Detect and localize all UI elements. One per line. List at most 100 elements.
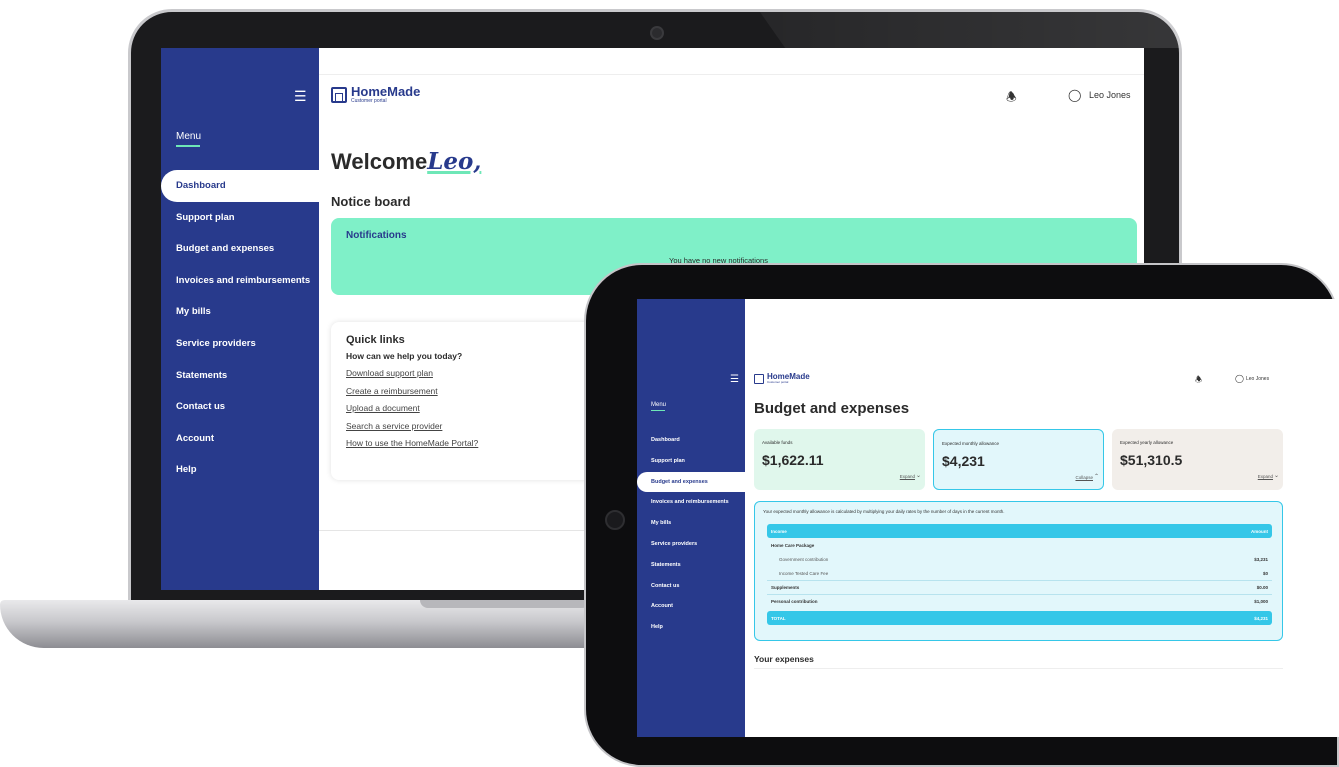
available-funds-card: Available funds $1,622.11 Expand ⌄	[754, 429, 925, 490]
logo-text: HomeMade Customer portal	[351, 84, 421, 104]
table-row: Home Care Package	[767, 538, 1272, 552]
row-label: Supplements	[771, 585, 800, 590]
expected-yearly-allowance-card: Expected yearly allowance $51,310.5 Expa…	[1112, 429, 1283, 490]
sidebar-item-support-plan[interactable]: Support plan	[637, 451, 745, 472]
sidebar-nav: Dashboard Support plan Budget and expens…	[161, 170, 319, 486]
allowance-table: Income Amount Home Care Package Governme…	[767, 524, 1272, 625]
total-amount: $4,231	[1254, 615, 1268, 621]
notice-board-title: Notice board	[331, 194, 411, 209]
sidebar-item-my-bills[interactable]: My bills	[161, 296, 319, 328]
tablet-main-content: HomeMade Customer portal 🕭 ◯ Leo Jones B…	[745, 299, 1339, 737]
link-download-support-plan[interactable]: Download support plan	[346, 368, 478, 386]
sidebar-item-account[interactable]: Account	[637, 596, 745, 617]
row-label: Home Care Package	[771, 542, 815, 548]
laptop-camera	[650, 26, 664, 40]
welcome-prefix: Welcome	[331, 149, 428, 174]
header-income: Income	[771, 528, 787, 534]
header-amount: Amount	[1251, 528, 1268, 534]
laptop-base-notch	[420, 600, 590, 608]
sidebar-item-account[interactable]: Account	[161, 423, 319, 455]
card-label: Expected monthly allowance	[942, 441, 1000, 446]
row-amount: $3,231	[1254, 556, 1268, 562]
menu-underline	[176, 145, 200, 147]
row-amount: $0	[1262, 570, 1268, 576]
expand-link[interactable]: Expand	[900, 474, 915, 479]
tablet-sidebar: ☰ Menu Dashboard Support plan Budget and…	[637, 299, 745, 737]
header-divider	[319, 74, 1144, 75]
sidebar-item-contact-us[interactable]: Contact us	[161, 391, 319, 423]
sidebar-item-budget-and-expenses[interactable]: Budget and expenses	[161, 233, 319, 265]
bell-icon[interactable]: 🕭	[1006, 88, 1017, 109]
notifications-title: Notifications	[346, 230, 407, 241]
bell-icon[interactable]: 🕭	[1195, 374, 1202, 388]
tablet-sidebar-nav: Dashboard Support plan Budget and expens…	[637, 430, 745, 638]
sidebar-item-service-providers[interactable]: Service providers	[637, 534, 745, 555]
logo-name: HomeMade	[351, 84, 421, 99]
device-mockup-stage: ☰ Menu Dashboard Support plan Budget and…	[0, 0, 1339, 767]
logo-text: HomeMade Customer portal	[767, 373, 810, 384]
card-value: $4,231	[942, 453, 985, 469]
user-icon[interactable]: ◯	[1068, 88, 1081, 102]
sidebar-item-help[interactable]: Help	[637, 617, 745, 638]
logo-subtitle: Customer portal	[767, 380, 789, 384]
row-amount: $0.00	[1256, 585, 1268, 590]
table-row: Government contribution $3,231	[767, 552, 1272, 566]
collapse-link[interactable]: Collapse	[1075, 475, 1093, 480]
quick-links-subtitle: How can we help you today?	[346, 351, 463, 361]
sidebar-item-dashboard[interactable]: Dashboard	[161, 170, 319, 202]
link-search-service-provider[interactable]: Search a service provider	[346, 421, 478, 439]
expenses-divider	[754, 668, 1283, 669]
tablet-screen: ☰ Menu Dashboard Support plan Budget and…	[637, 299, 1339, 737]
sidebar-item-service-providers[interactable]: Service providers	[161, 328, 319, 360]
table-row: Income Tested Care Fee $0	[767, 566, 1272, 580]
welcome-heading: WelcomeLeo,	[331, 148, 481, 175]
logo[interactable]: HomeMade Customer portal	[754, 373, 810, 384]
quick-links-list: Download support plan Create a reimburse…	[346, 368, 478, 456]
card-value: $1,622.11	[762, 452, 824, 468]
chevron-down-icon[interactable]: ⌄	[916, 472, 921, 479]
chevron-up-icon[interactable]: ⌃	[1094, 473, 1099, 480]
allowance-note: Your expected monthly allowance is calcu…	[763, 509, 1005, 514]
table-row: Supplements $0.00	[767, 580, 1272, 594]
row-amount: $1,000	[1254, 599, 1268, 604]
hamburger-icon[interactable]: ☰	[730, 374, 739, 385]
total-label: TOTAL	[771, 615, 786, 621]
sidebar-item-statements[interactable]: Statements	[161, 360, 319, 392]
expand-link[interactable]: Expand	[1258, 474, 1273, 479]
card-label: Available funds	[762, 440, 793, 445]
tablet-home-button	[605, 510, 625, 530]
table-row: Personal contribution $1,000	[767, 594, 1272, 608]
sidebar-item-support-plan[interactable]: Support plan	[161, 202, 319, 234]
user-icon[interactable]: ◯	[1235, 374, 1244, 383]
user-name[interactable]: Leo Jones	[1089, 90, 1131, 100]
link-create-reimbursement[interactable]: Create a reimbursement	[346, 386, 478, 404]
hamburger-icon[interactable]: ☰	[294, 88, 307, 105]
sidebar-item-help[interactable]: Help	[161, 454, 319, 486]
menu-underline	[651, 410, 665, 411]
house-icon	[331, 87, 347, 103]
sidebar-item-statements[interactable]: Statements	[637, 555, 745, 576]
welcome-name: Leo,	[427, 148, 482, 175]
chevron-down-icon[interactable]: ⌄	[1274, 472, 1279, 479]
sidebar-item-dashboard[interactable]: Dashboard	[637, 430, 745, 451]
table-total-row: TOTAL $4,231	[767, 611, 1272, 625]
allowance-breakdown-panel: Your expected monthly allowance is calcu…	[754, 501, 1283, 641]
user-name[interactable]: Leo Jones	[1246, 376, 1269, 382]
expected-monthly-allowance-card: Expected monthly allowance $4,231 Collap…	[933, 429, 1104, 490]
sidebar-item-invoices-and-reimbursements[interactable]: Invoices and reimbursements	[161, 265, 319, 297]
sidebar-item-contact-us[interactable]: Contact us	[637, 576, 745, 597]
sidebar-item-my-bills[interactable]: My bills	[637, 513, 745, 534]
sidebar-item-invoices-and-reimbursements[interactable]: Invoices and reimbursements	[637, 492, 745, 513]
menu-title: Menu	[176, 131, 202, 142]
row-label: Government contribution	[779, 556, 829, 562]
row-label: Income Tested Care Fee	[779, 570, 829, 576]
sidebar: ☰ Menu Dashboard Support plan Budget and…	[161, 48, 319, 590]
link-how-to-use-portal[interactable]: How to use the HomeMade Portal?	[346, 438, 478, 456]
house-icon	[754, 373, 764, 384]
menu-title: Menu	[651, 402, 667, 408]
logo[interactable]: HomeMade Customer portal	[331, 84, 421, 104]
card-label: Expected yearly allowance	[1120, 440, 1174, 445]
row-label: Personal contribution	[771, 599, 818, 604]
sidebar-item-budget-and-expenses[interactable]: Budget and expenses	[637, 471, 745, 493]
link-upload-document[interactable]: Upload a document	[346, 403, 478, 421]
